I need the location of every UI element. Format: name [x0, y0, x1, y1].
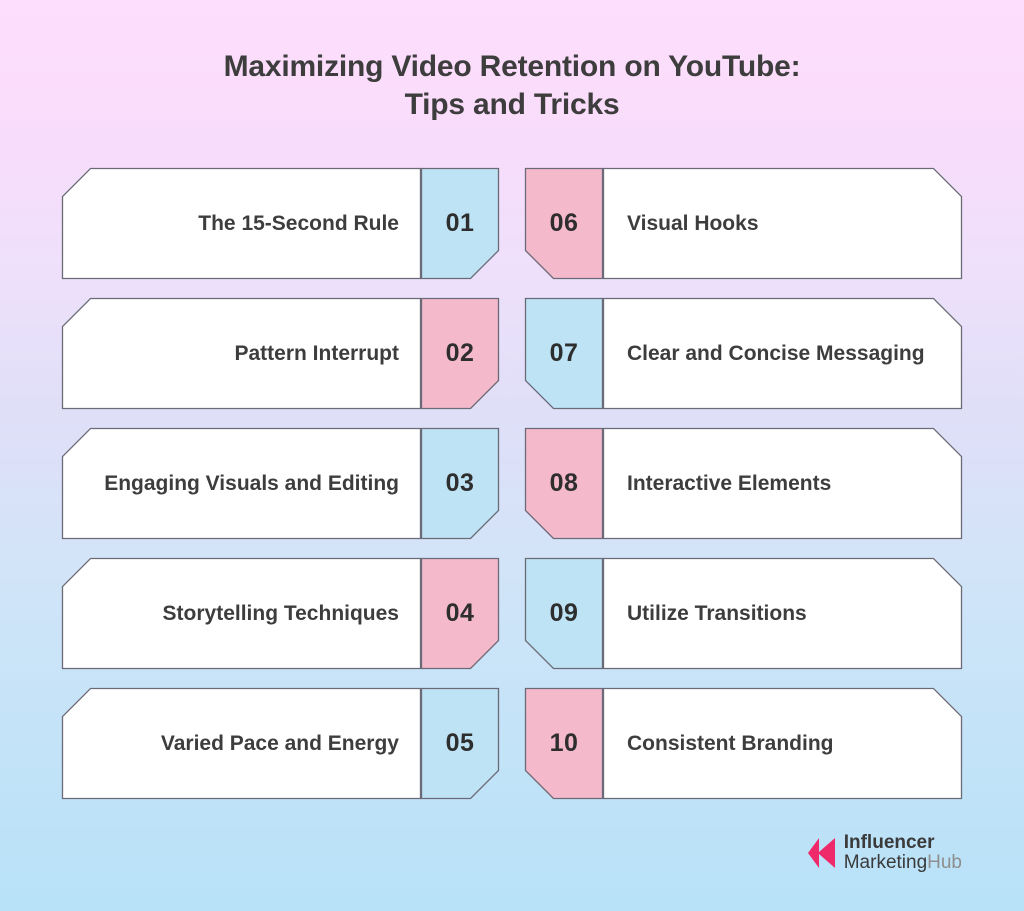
tip-card-09-text-panel: Utilize Transitions	[603, 558, 962, 669]
page-title-line-2: Tips and Tricks	[404, 88, 620, 122]
brand-logo-marketing: Marketing	[843, 851, 928, 873]
tip-card-01-number-panel: 01	[421, 168, 499, 279]
page-title: Maximizing Video Retention on YouTube: T…	[0, 48, 1024, 125]
tip-card-06-label: Visual Hooks	[627, 211, 759, 235]
tip-card-05-number-panel: 05	[421, 688, 499, 799]
tip-card-02-text-panel: Pattern Interrupt	[62, 298, 421, 409]
tip-card-04-number-panel: 04	[421, 558, 499, 669]
brand-logo-line-1: Influencer	[843, 831, 935, 853]
tips-row: Pattern Interrupt 02 07 Clear and Concis…	[61, 297, 963, 410]
tip-card-09-number-panel: 09	[525, 558, 603, 669]
tip-card-09-number: 09	[549, 599, 579, 627]
tip-card-09[interactable]: 09 Utilize Transitions	[524, 557, 963, 670]
tip-card-07-text-panel: Clear and Concise Messaging	[603, 298, 962, 409]
tip-card-10-number: 10	[549, 729, 579, 757]
tip-card-08-label: Interactive Elements	[627, 471, 832, 495]
tips-row: The 15-Second Rule 01 06 Visual Hooks	[61, 167, 963, 280]
tips-row: Varied Pace and Energy 05 10 Consistent …	[61, 687, 963, 800]
tip-card-06-number-panel: 06	[525, 168, 603, 279]
tip-card-08-text-panel: Interactive Elements	[603, 428, 962, 539]
tip-card-04-text-panel: Storytelling Techniques	[62, 558, 421, 669]
brand-logo-line-2: MarketingHub	[843, 851, 962, 873]
page-title-line-1: Maximizing Video Retention on YouTube:	[223, 50, 801, 83]
tip-card-08-number-panel: 08	[525, 428, 603, 539]
infographic-poster: Maximizing Video Retention on YouTube: T…	[0, 0, 1024, 911]
tip-card-06-number: 06	[549, 209, 579, 237]
tip-card-07[interactable]: 07 Clear and Concise Messaging	[524, 297, 963, 410]
tip-card-07-number: 07	[549, 339, 579, 367]
tip-card-10-number-panel: 10	[525, 688, 603, 799]
tip-card-01[interactable]: The 15-Second Rule 01	[61, 167, 500, 280]
tips-row: Storytelling Techniques 04 09 Utilize Tr…	[61, 557, 963, 670]
tip-card-07-number-panel: 07	[525, 298, 603, 409]
tip-card-01-number: 01	[445, 209, 475, 237]
tip-card-10-text-panel: Consistent Branding	[603, 688, 962, 799]
tips-list: The 15-Second Rule 01 06 Visual Hooks Pa…	[61, 167, 963, 818]
tip-card-06[interactable]: 06 Visual Hooks	[524, 167, 963, 280]
tip-card-02-number: 02	[445, 339, 475, 367]
tip-card-04-number: 04	[445, 599, 475, 627]
tip-card-10[interactable]: 10 Consistent Branding	[524, 687, 963, 800]
tips-row: Engaging Visuals and Editing 03 08 Inter…	[61, 427, 963, 540]
tip-card-01-label: The 15-Second Rule	[198, 211, 399, 235]
tip-card-03[interactable]: Engaging Visuals and Editing 03	[61, 427, 500, 540]
tip-card-10-label: Consistent Branding	[627, 731, 834, 755]
tip-card-08-number: 08	[549, 469, 579, 497]
tip-card-08[interactable]: 08 Interactive Elements	[524, 427, 963, 540]
brand-logo-text: Influencer MarketingHub	[843, 831, 962, 873]
tip-card-07-label: Clear and Concise Messaging	[627, 341, 925, 365]
tip-card-01-text-panel: The 15-Second Rule	[62, 168, 421, 279]
tip-card-05[interactable]: Varied Pace and Energy 05	[61, 687, 500, 800]
tip-card-06-text-panel: Visual Hooks	[603, 168, 962, 279]
left-arrow-icon	[807, 836, 837, 870]
tip-card-09-label: Utilize Transitions	[627, 601, 807, 625]
tip-card-02[interactable]: Pattern Interrupt 02	[61, 297, 500, 410]
tip-card-03-label: Engaging Visuals and Editing	[104, 471, 399, 495]
tip-card-05-label: Varied Pace and Energy	[160, 731, 399, 755]
tip-card-02-number-panel: 02	[421, 298, 499, 409]
tip-card-02-label: Pattern Interrupt	[234, 341, 399, 365]
brand-logo-hub: Hub	[927, 851, 962, 873]
tip-card-05-text-panel: Varied Pace and Energy	[62, 688, 421, 799]
tip-card-03-number-panel: 03	[421, 428, 499, 539]
brand-logo[interactable]: Influencer MarketingHub	[807, 831, 962, 873]
tip-card-04[interactable]: Storytelling Techniques 04	[61, 557, 500, 670]
tip-card-03-number: 03	[445, 469, 475, 497]
tip-card-03-text-panel: Engaging Visuals and Editing	[62, 428, 421, 539]
tip-card-05-number: 05	[445, 729, 475, 757]
tip-card-04-label: Storytelling Techniques	[162, 601, 399, 625]
